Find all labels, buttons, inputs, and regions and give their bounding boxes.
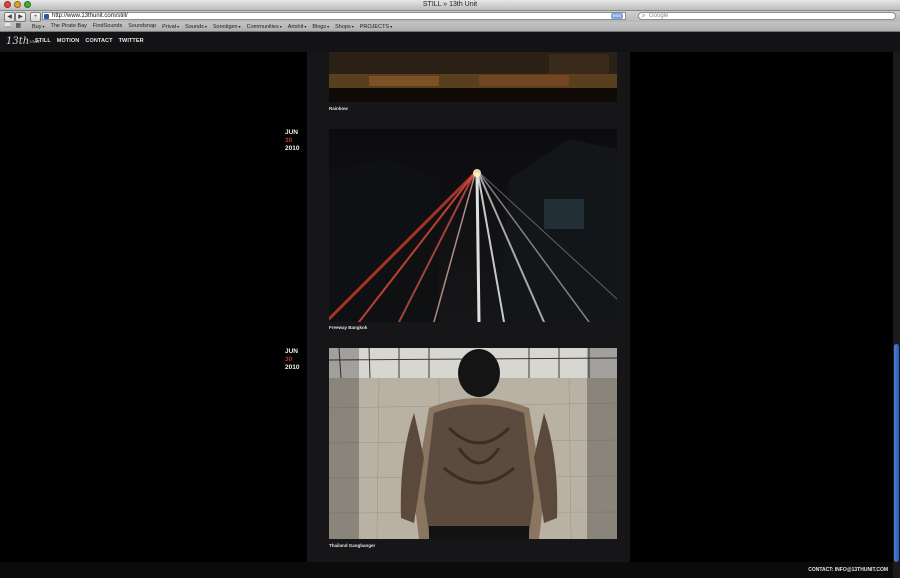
bookmark-label: Shops	[335, 24, 351, 30]
freeway-photo-graphic	[329, 129, 617, 322]
rss-button[interactable]: RSS	[611, 13, 623, 19]
site-header: 13thUNIT STILL MOTION CONTACT TWITTER	[0, 32, 900, 52]
chevron-down-icon: ▾	[304, 24, 307, 29]
nav-item-motion[interactable]: MOTION	[57, 38, 80, 44]
address-text: http://www.13thunit.com/still/	[52, 13, 128, 19]
bookmark-item[interactable]: Blogs▾	[312, 22, 329, 32]
bookmark-item[interactable]: Communities▾	[247, 22, 282, 32]
bookmark-item[interactable]: Artshit▾	[288, 22, 307, 32]
post-month: JUN	[285, 129, 299, 136]
page-footer	[0, 562, 900, 578]
post-date: JUN 30 2010	[285, 348, 305, 372]
post-day: 30	[285, 356, 293, 363]
post-date: JUN 30 2010	[285, 129, 305, 153]
bookmark-label: FindSounds	[92, 23, 123, 29]
bookmark-item[interactable]: Sonotigen▾	[213, 22, 241, 32]
add-bookmark-button[interactable]: +	[30, 12, 41, 22]
bookmark-label: Artshit	[287, 24, 304, 30]
bookmark-label: Privat	[162, 24, 177, 30]
post-year: 2010	[285, 364, 300, 371]
bookmark-label: Buy	[32, 24, 42, 30]
site-logo[interactable]: 13thUNIT	[6, 36, 40, 48]
back-button[interactable]: ◀	[4, 12, 15, 22]
chevron-down-icon: ▾	[177, 24, 180, 29]
nav-item-still[interactable]: STILL	[35, 38, 51, 44]
bookmark-label: Sonotigen	[212, 24, 238, 30]
post-photo-rainbow[interactable]	[329, 52, 617, 102]
bookmark-item[interactable]: The Pirate Bay	[51, 22, 87, 32]
post-caption: Thailand Gangbanger	[329, 543, 376, 548]
post-month: JUN	[285, 348, 299, 355]
nav-item-twitter[interactable]: TWITTER	[119, 38, 144, 44]
logo-text: 13th	[6, 36, 30, 47]
bookmarks-bar: 📖 ▦ Buy▾ The Pirate Bay FindSounds Soundsna…	[0, 22, 900, 32]
open-book-icon[interactable]: 📖	[4, 23, 11, 30]
chevron-down-icon: ▾	[327, 24, 330, 29]
chevron-down-icon: ▾	[238, 24, 241, 29]
post-caption: Freeway Bangkok	[329, 325, 368, 330]
bookmark-label: The Pirate Bay	[50, 23, 87, 29]
bookmark-label: PROJECTS	[359, 24, 390, 30]
window-titlebar: STILL » 13th Unit	[0, 0, 900, 11]
nav-item-contact[interactable]: CONTACT	[85, 38, 112, 44]
bookmark-item[interactable]: Sounds▾	[185, 22, 207, 32]
post-photo-tattoo[interactable]	[329, 348, 617, 539]
search-input[interactable]: ⌕ Google	[638, 12, 896, 20]
chevron-down-icon: ▾	[42, 24, 45, 29]
browser-toolbar: ◀ ▶ + http://www.13thunit.com/still/ RSS…	[0, 11, 900, 22]
bookmark-item[interactable]: Shops▾	[335, 22, 354, 32]
bookmark-item[interactable]: Privat▾	[162, 22, 179, 32]
chevron-down-icon: ▾	[204, 24, 207, 29]
post-year: 2010	[285, 145, 300, 152]
address-bar[interactable]: http://www.13thunit.com/still/	[42, 12, 626, 20]
post-caption: Rainbow	[329, 106, 348, 111]
grid-icon[interactable]: ▦	[15, 23, 21, 30]
contact-link[interactable]: CONTACT: INFO@13THUNIT.COM	[808, 567, 888, 573]
bookmark-item[interactable]: Buy▾	[32, 22, 45, 32]
window-title: STILL » 13th Unit	[422, 1, 478, 8]
post-day: 30	[285, 137, 293, 144]
chevron-down-icon: ▾	[351, 24, 354, 29]
bookmark-label: Sounds	[185, 24, 204, 30]
tattoo-photo-graphic	[329, 348, 617, 539]
site-favicon-icon	[44, 14, 49, 19]
post-photo-freeway[interactable]	[329, 129, 617, 322]
chevron-down-icon: ▾	[390, 24, 393, 29]
search-placeholder: Google	[649, 13, 669, 19]
site-nav: STILL MOTION CONTACT TWITTER	[35, 38, 144, 44]
rainbow-photo-graphic	[329, 52, 617, 102]
page-content: Rainbow JUN 30 2010 Freeway Bangkok JUN …	[0, 52, 900, 578]
chevron-down-icon: ▾	[279, 24, 282, 29]
scrollbar-thumb[interactable]	[894, 344, 899, 562]
bookmark-label: Communities	[246, 24, 279, 30]
bookmark-item[interactable]: Soundsnap	[128, 22, 156, 32]
bookmark-label: Soundsnap	[128, 23, 157, 29]
forward-button[interactable]: ▶	[15, 12, 26, 22]
bookmark-item[interactable]: PROJECTS▾	[360, 22, 392, 32]
scrollbar-track[interactable]	[893, 52, 900, 578]
search-icon: ⌕	[642, 13, 646, 19]
bookmark-item[interactable]: FindSounds	[93, 22, 122, 32]
bookmark-list: Buy▾ The Pirate Bay FindSounds Soundsnap Pri…	[32, 22, 392, 32]
bookmark-label: Blogs	[312, 24, 327, 30]
